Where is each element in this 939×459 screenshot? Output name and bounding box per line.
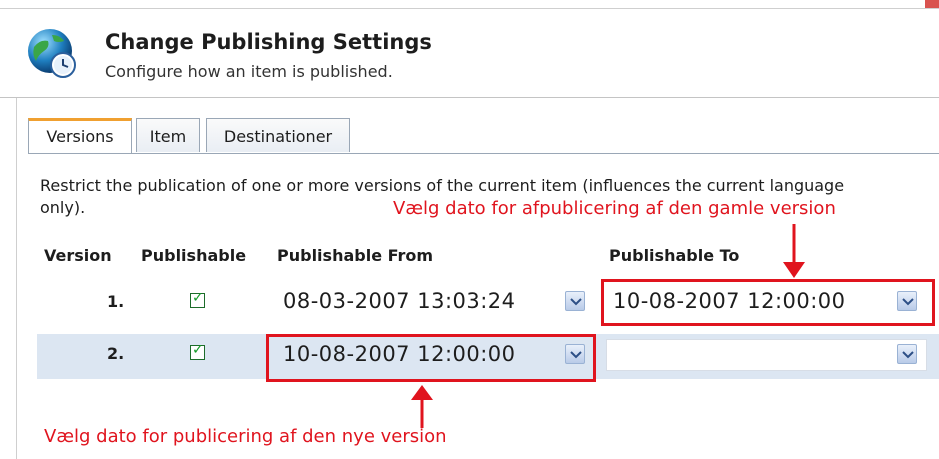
highlight-unpublish-date [601,279,935,326]
body-left-border [16,98,17,459]
row2-version: 2. [107,344,125,363]
row1-from-value: 08-03-2007 13:03:24 [283,289,516,313]
check-icon: ✓ [192,342,204,358]
dialog-subtitle: Configure how an item is published. [105,62,393,81]
annotation-publish: Vælg dato for publicering af den nye ver… [44,426,447,447]
row2-to-dropdown[interactable] [897,344,917,364]
window-top-strip [0,0,939,9]
globe-clock-icon [28,29,76,78]
tab-item[interactable]: Item [136,118,200,152]
highlight-publish-date [266,334,596,382]
annotation-unpublish: Vælg dato for afpublicering af den gamle… [393,198,836,219]
close-button-fragment[interactable] [925,0,939,8]
arrow-up-icon [411,385,433,428]
tab-versions[interactable]: Versions [28,118,132,154]
col-header-publishable: Publishable [141,246,247,265]
row1-from-dropdown[interactable] [565,291,585,311]
chevron-down-icon [570,298,582,306]
col-header-publishable-to: Publishable To [609,246,740,265]
check-icon: ✓ [192,290,204,306]
row1-from-field[interactable]: 08-03-2007 13:03:24 [283,287,593,317]
row2-to-field[interactable] [606,339,927,371]
row1-publishable-checkbox[interactable]: ✓ [190,290,205,308]
row2-publishable-checkbox[interactable]: ✓ [190,342,205,360]
tab-underline [28,153,939,154]
row1-version: 1. [107,292,125,311]
arrow-down-icon [783,224,805,278]
chevron-down-icon [902,351,914,359]
tab-destinationer[interactable]: Destinationer [206,118,350,152]
dialog-title: Change Publishing Settings [105,30,432,54]
col-header-version: Version [44,246,112,265]
dialog-header: Change Publishing Settings Configure how… [0,9,939,98]
col-header-publishable-from: Publishable From [277,246,434,265]
